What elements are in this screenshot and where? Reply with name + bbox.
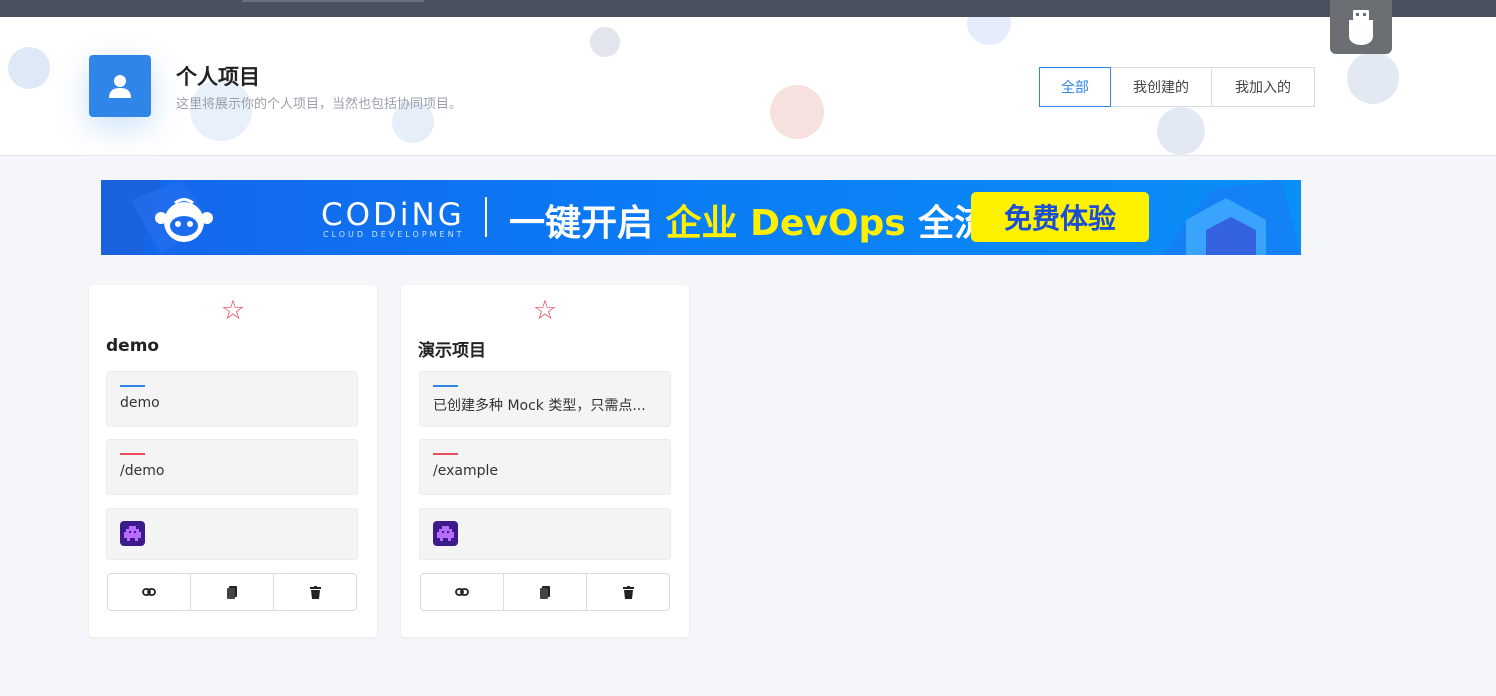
browser-tab-indicator xyxy=(242,0,424,2)
link-icon xyxy=(455,588,469,596)
project-description: 已创建多种 Mock 类型，只需点... xyxy=(433,398,646,414)
project-url-field: /example xyxy=(419,439,671,495)
usb-icon xyxy=(1349,10,1373,45)
filter-created-button[interactable]: 我创建的 xyxy=(1110,67,1212,107)
project-members-field xyxy=(106,508,358,560)
banner-free-trial-button[interactable]: 免费体验 xyxy=(971,192,1149,242)
user-icon xyxy=(109,75,131,98)
project-url: /demo xyxy=(120,463,165,479)
project-section-avatar xyxy=(89,55,151,117)
pixel-avatar-icon[interactable] xyxy=(433,521,458,546)
description-accent xyxy=(120,385,145,387)
description-accent xyxy=(433,385,458,387)
project-actions xyxy=(107,573,357,611)
project-url: /example xyxy=(433,463,498,479)
project-description-field: demo xyxy=(106,371,358,427)
copy-icon xyxy=(539,585,550,599)
project-filter-group: 全部 我创建的 我加入的 xyxy=(1039,67,1315,107)
star-outline-icon[interactable]: ☆ xyxy=(401,297,689,324)
link-icon xyxy=(142,588,156,596)
star-outline-icon[interactable]: ☆ xyxy=(89,297,377,324)
clone-project-button[interactable] xyxy=(190,574,273,610)
promo-banner[interactable]: CODiNG CLOUD DEVELOPMENT 一键开启 企业 DevOps … xyxy=(101,180,1301,255)
decor-bubble xyxy=(967,17,1011,45)
banner-divider xyxy=(485,197,487,237)
decor-bubble xyxy=(8,47,50,89)
headline-part1: 一键开启 xyxy=(509,203,666,244)
copy-link-button[interactable] xyxy=(421,574,503,610)
page-title: 个人项目 xyxy=(176,65,260,89)
filter-all-button[interactable]: 全部 xyxy=(1039,67,1111,107)
browser-top-bar xyxy=(0,0,1496,17)
banner-headline: 一键开启 企业 DevOps 全流程 xyxy=(509,194,1026,246)
trash-icon xyxy=(309,585,321,599)
delete-project-button[interactable] xyxy=(273,574,356,610)
banner-brand-sub: CLOUD DEVELOPMENT xyxy=(323,230,465,239)
trash-icon xyxy=(622,585,634,599)
coding-logo-icon xyxy=(155,198,213,242)
project-card: ☆ 演示项目 已创建多种 Mock 类型，只需点... /example xyxy=(401,285,689,637)
headline-highlight: 企业 DevOps xyxy=(665,203,906,244)
filter-joined-button[interactable]: 我加入的 xyxy=(1211,67,1315,107)
banner-brand: CODiNG xyxy=(321,197,465,233)
url-accent xyxy=(433,453,458,455)
page-subtitle: 这里将展示你的个人项目，当然也包括协同项目。 xyxy=(176,97,463,112)
decor-bubble xyxy=(770,85,824,139)
copy-icon xyxy=(226,585,237,599)
delete-project-button[interactable] xyxy=(586,574,669,610)
decor-bubble xyxy=(1347,52,1399,104)
pixel-avatar-icon[interactable] xyxy=(120,521,145,546)
page-header: 个人项目 这里将展示你的个人项目，当然也包括协同项目。 全部 我创建的 我加入的 xyxy=(0,17,1496,156)
decor-bubble xyxy=(590,27,620,57)
decor-bubble xyxy=(1157,107,1205,155)
clone-project-button[interactable] xyxy=(503,574,586,610)
project-url-field: /demo xyxy=(106,439,358,495)
project-members-field xyxy=(419,508,671,560)
project-description: demo xyxy=(120,395,160,411)
project-name[interactable]: 演示项目 xyxy=(418,336,486,361)
project-actions xyxy=(420,573,670,611)
usb-widget[interactable] xyxy=(1330,0,1392,54)
project-card: ☆ demo demo /demo xyxy=(89,285,377,637)
project-description-field: 已创建多种 Mock 类型，只需点... xyxy=(419,371,671,427)
copy-link-button[interactable] xyxy=(108,574,190,610)
url-accent xyxy=(120,453,145,455)
project-name[interactable]: demo xyxy=(106,336,159,356)
